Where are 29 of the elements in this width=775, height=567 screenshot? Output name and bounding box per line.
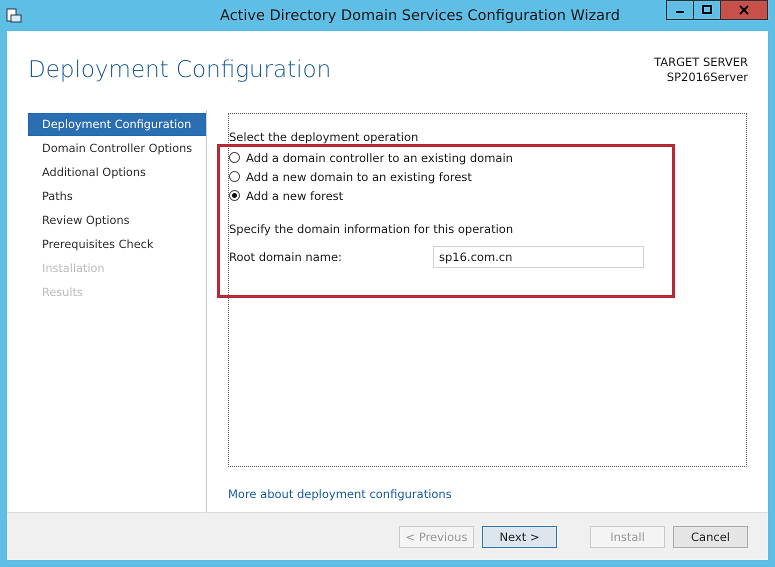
sidebar-item[interactable]: Prerequisites Check: [28, 233, 206, 257]
page-title: Deployment Configuration: [28, 57, 332, 85]
minimize-button[interactable]: [666, 0, 694, 20]
field-label: Root domain name:: [229, 250, 343, 264]
section-heading: Select the deployment operation: [229, 130, 420, 144]
sidebar-item[interactable]: Domain Controller Options: [28, 137, 206, 161]
close-button[interactable]: [720, 0, 768, 20]
target-server-label: TARGET SERVER: [654, 55, 748, 70]
radio-button[interactable]: [229, 190, 240, 201]
close-icon: [739, 5, 749, 15]
section-heading: Specify the domain information for this operation: [229, 222, 514, 236]
radio-button[interactable]: [229, 171, 240, 182]
root-domain-field[interactable]: sp16.com.cn: [433, 246, 644, 268]
sidebar-item[interactable]: Review Options: [28, 209, 206, 233]
maximize-icon: [702, 5, 712, 15]
radio-label: Add a domain controller to an existing domain: [246, 150, 513, 164]
sidebar-item[interactable]: Additional Options: [28, 161, 206, 185]
wizard-button[interactable]: Cancel: [673, 526, 748, 548]
radio-label: Add a new forest: [246, 188, 344, 202]
window-title: Active Directory Domain Services Configuration Wizard: [219, 8, 621, 24]
sidebar-item[interactable]: Paths: [28, 185, 206, 209]
radio-label: Add a new domain to an existing forest: [246, 170, 472, 184]
radio-button[interactable]: [229, 152, 240, 163]
server-name: SP2016Server: [666, 70, 748, 85]
app-icon: [5, 6, 23, 24]
help-link[interactable]: More about deployment configurations: [228, 487, 452, 501]
maximize-button[interactable]: [693, 0, 721, 20]
wizard-button[interactable]: Next >: [482, 526, 557, 548]
sidebar-item[interactable]: Deployment Configuration: [28, 113, 206, 136]
